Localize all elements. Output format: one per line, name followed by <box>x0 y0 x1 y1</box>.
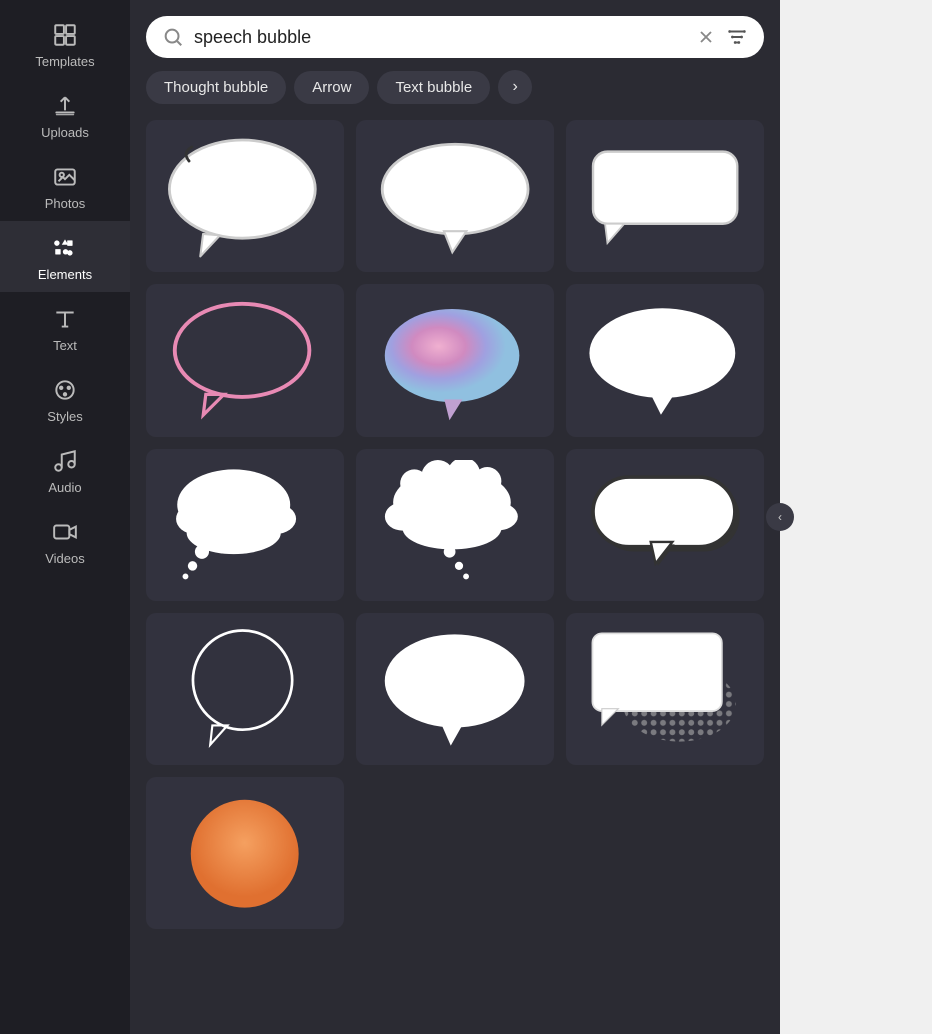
bubble-svg-8 <box>379 460 532 589</box>
sidebar-label-uploads: Uploads <box>41 125 89 140</box>
bubble-svg-13 <box>180 789 309 918</box>
styles-icon <box>52 377 78 403</box>
bubble-item-11[interactable] <box>356 613 554 765</box>
sidebar-item-audio[interactable]: Audio <box>0 434 130 505</box>
search-bar <box>146 16 764 58</box>
chip-arrow[interactable]: Arrow <box>294 71 369 104</box>
sidebar-label-templates: Templates <box>35 54 94 69</box>
bubble-item-7[interactable] <box>146 449 344 601</box>
bubble-item-9[interactable] <box>566 449 764 601</box>
sidebar-label-audio: Audio <box>48 480 81 495</box>
search-input[interactable] <box>194 27 686 48</box>
bubble-item-2[interactable] <box>356 120 554 272</box>
sidebar-item-styles[interactable]: Styles <box>0 363 130 434</box>
videos-icon <box>52 519 78 545</box>
bubble-item-3[interactable] <box>566 120 764 272</box>
bubble-item-12[interactable] <box>566 613 764 765</box>
sidebar-item-elements[interactable]: Elements <box>0 221 130 292</box>
bubble-svg-6 <box>581 297 749 423</box>
filter-icon[interactable] <box>726 26 748 48</box>
search-bar-container <box>130 0 780 70</box>
sidebar-item-photos[interactable]: Photos <box>0 150 130 221</box>
search-icon <box>162 26 184 48</box>
bubble-item-5[interactable] <box>356 284 554 436</box>
chips-next-button[interactable]: › <box>498 70 532 104</box>
sidebar: Templates Uploads Photos Elements <box>0 0 130 1034</box>
templates-icon <box>52 22 78 48</box>
sidebar-item-text[interactable]: Text <box>0 292 130 363</box>
bubble-svg-11 <box>377 624 532 753</box>
sidebar-label-text: Text <box>53 338 77 353</box>
bubble-item-10[interactable] <box>146 613 344 765</box>
chip-text-bubble[interactable]: Text bubble <box>377 71 490 104</box>
sidebar-item-videos[interactable]: Videos <box>0 505 130 576</box>
bubble-svg-9 <box>581 465 749 585</box>
main-panel: Thought bubble Arrow Text bubble › <box>130 0 780 1034</box>
bubble-svg-12 <box>583 624 748 753</box>
bubble-item-13[interactable] <box>146 777 344 929</box>
bubble-svg-10 <box>180 624 309 753</box>
bubble-item-8[interactable] <box>356 449 554 601</box>
bubble-svg-3 <box>581 142 749 250</box>
bubble-item-6[interactable] <box>566 284 764 436</box>
uploads-icon <box>52 93 78 119</box>
sidebar-label-styles: Styles <box>47 409 82 424</box>
bubble-svg-2 <box>371 133 539 259</box>
audio-icon <box>52 448 78 474</box>
photos-icon <box>52 164 78 190</box>
sidebar-item-uploads[interactable]: Uploads <box>0 79 130 150</box>
clear-search-icon[interactable] <box>696 27 716 47</box>
bubble-item-1[interactable] <box>146 120 344 272</box>
sidebar-item-templates[interactable]: Templates <box>0 8 130 79</box>
filter-chips: Thought bubble Arrow Text bubble › <box>130 70 780 120</box>
collapse-panel-button[interactable]: ‹ <box>766 503 794 531</box>
elements-icon <box>52 235 78 261</box>
sidebar-label-elements: Elements <box>38 267 92 282</box>
bubble-item-4[interactable] <box>146 284 344 436</box>
right-panel: ‹ <box>780 0 932 1034</box>
chip-thought-bubble[interactable]: Thought bubble <box>146 71 286 104</box>
bubble-svg-1 <box>161 133 329 259</box>
sidebar-label-videos: Videos <box>45 551 85 566</box>
bubble-svg-7 <box>169 460 322 589</box>
bubble-svg-4 <box>167 296 322 425</box>
text-icon <box>52 306 78 332</box>
grid-scroll <box>130 120 780 1034</box>
sidebar-label-photos: Photos <box>45 196 85 211</box>
bubble-svg-5 <box>377 296 532 425</box>
bubble-grid <box>146 120 764 929</box>
